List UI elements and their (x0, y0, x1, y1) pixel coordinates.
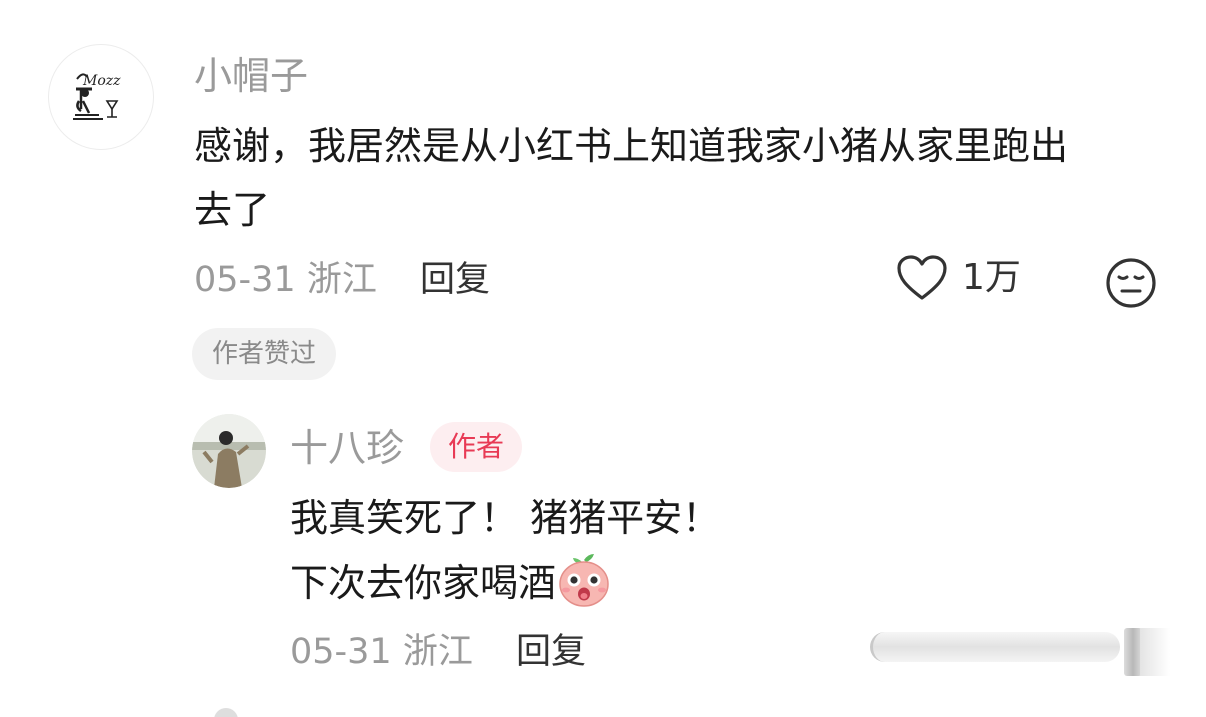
author-avatar[interactable] (192, 414, 266, 488)
reply-text-line-1: 我真笑死了！ 猪猪平安！ (290, 496, 721, 540)
comment-meta: 05-31 浙江 (194, 260, 377, 300)
comment-location: 浙江 (306, 260, 377, 300)
horizontal-scrollbar-thumb[interactable] (870, 632, 1120, 662)
reply-meta: 05-31 浙江 (290, 632, 473, 672)
author-username[interactable]: 十八珍 (290, 426, 404, 470)
commenter-avatar[interactable]: Mozz (48, 44, 154, 150)
reply-text-line-2-container: 下次去你家喝酒 (290, 552, 612, 613)
reaction-button[interactable] (1104, 256, 1158, 310)
reply-reply-button[interactable]: 回复 (516, 632, 586, 672)
like-button[interactable]: 1万 (896, 254, 1021, 302)
heart-outline-icon (897, 255, 947, 300)
surprised-peach-emoji (559, 554, 609, 607)
comment-reply-button[interactable]: 回复 (420, 260, 490, 300)
commenter-username[interactable]: 小帽子 (194, 54, 308, 98)
reply-date: 05-31 (290, 632, 392, 672)
svg-text:Mozz: Mozz (82, 73, 121, 89)
comment-text-line-2: 去了 (194, 188, 271, 232)
comment-text-line-1: 感谢，我居然是从小红书上知道我家小猪从家里跑出 (194, 124, 1069, 168)
comment-thread: Mozz 小帽子 感谢，我居然是从小红书上知道我家小猪从家里跑出 去了 05-3… (0, 0, 1206, 717)
avatar-logo-image: Mozz (73, 73, 121, 120)
scrollbar-fade (1140, 628, 1170, 676)
author-avatar-photo (192, 414, 266, 488)
neutral-face-icon (1106, 258, 1156, 308)
like-count: 1万 (962, 257, 1021, 298)
reply-location: 浙江 (402, 632, 473, 672)
comment-date: 05-31 (194, 260, 296, 300)
author-liked-badge: 作者赞过 (192, 328, 337, 380)
author-tag: 作者 (430, 422, 523, 472)
reply-text-line-2: 下次去你家喝酒 (290, 561, 557, 605)
next-avatar-edge (214, 708, 238, 717)
